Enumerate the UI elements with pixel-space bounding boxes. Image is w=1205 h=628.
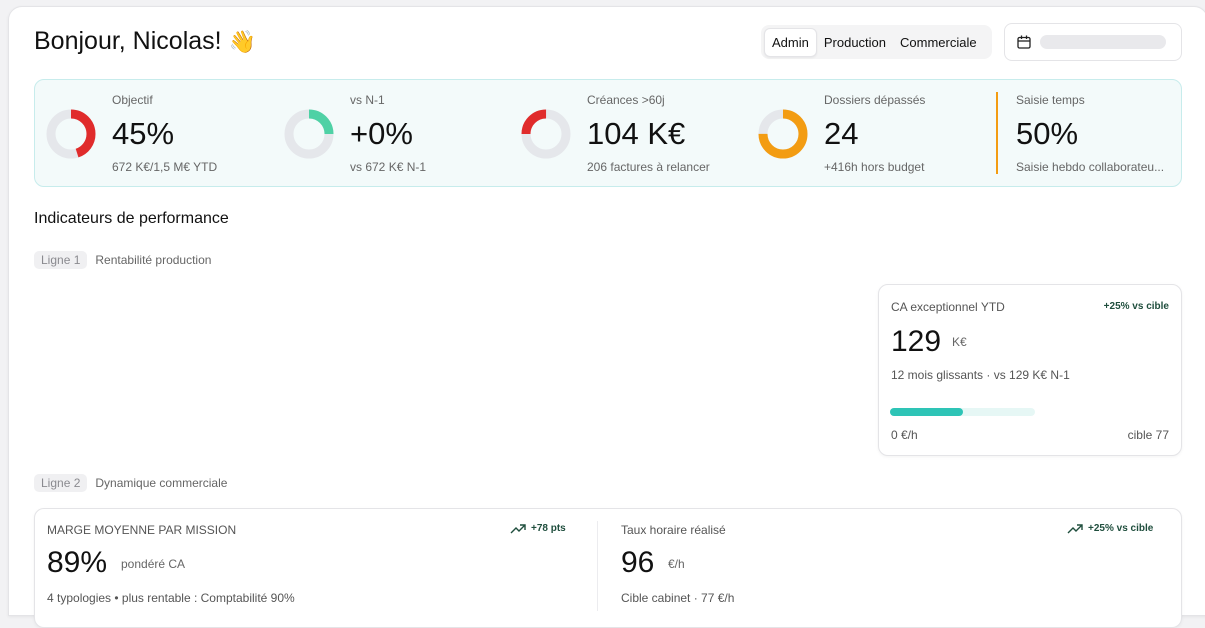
tab-commerciale[interactable]: Commerciale <box>893 29 984 56</box>
progress-fill <box>890 408 963 416</box>
card-note: 12 mois glissants · vs 129 K€ N-1 <box>891 368 1070 382</box>
line-label: Rentabilité production <box>95 253 212 267</box>
trending-up-icon <box>1067 523 1083 533</box>
kpi-value: 104 K€ <box>587 116 686 151</box>
card-note: 4 typologies • plus rentable : Comptabil… <box>47 591 295 605</box>
kpi-subtext: Saisie hebdo collaborateu... <box>1016 160 1165 174</box>
line2-header: Ligne 2 Dynamique commerciale <box>34 474 227 492</box>
kpi-label: Dossiers dépassés <box>824 93 926 107</box>
line-tag: Ligne 1 <box>34 251 88 269</box>
kpi-value: 45% <box>112 116 175 151</box>
card-value: 96 <box>621 546 655 579</box>
greeting-title: Bonjour, Nicolas! 👋 <box>34 27 256 55</box>
view-switcher: Admin Production Commerciale <box>761 25 992 59</box>
line1-header: Ligne 1 Rentabilité production <box>34 251 211 269</box>
kpi-label: vs N-1 <box>350 93 385 107</box>
kpi-value: +0% <box>350 116 413 151</box>
kpi-label: Créances >60j <box>587 93 665 107</box>
card-value: 89% <box>47 546 108 579</box>
kpi-value: 24 <box>824 116 859 151</box>
kpi-label: Objectif <box>112 93 153 107</box>
kpi-subtext: 672 K€/1,5 M€ YTD <box>112 160 218 174</box>
card-divider <box>597 521 598 611</box>
calendar-icon <box>1017 35 1031 49</box>
card-label: CA exceptionnel YTD <box>891 300 1005 314</box>
card-unit: K€ <box>952 335 967 349</box>
tab-production[interactable]: Production <box>817 29 893 56</box>
card-delta: +78 pts <box>510 523 566 534</box>
card-ca-exceptionnel[interactable]: CA exceptionnel YTD +25% vs cible 129 K€… <box>878 284 1182 456</box>
kpi-label: Saisie temps <box>1016 93 1085 107</box>
card-label: Taux horaire réalisé <box>621 523 726 537</box>
line-label: Dynamique commerciale <box>95 476 228 490</box>
card-value: 129 <box>891 325 942 358</box>
waving-hand-icon: 👋 <box>228 29 256 54</box>
kpi-subtext: vs 672 K€ N-1 <box>350 160 427 174</box>
progress-start-label: 0 €/h <box>891 428 918 442</box>
app-window: Bonjour, Nicolas! 👋 Admin Production Com… <box>8 6 1205 628</box>
progress-bar <box>890 408 1035 416</box>
card-row-commerciale: MARGE MOYENNE PAR MISSION +78 pts 89% po… <box>34 508 1182 628</box>
date-range-placeholder <box>1040 35 1166 49</box>
card-delta: +25% vs cible <box>1067 523 1153 534</box>
kpi-value: 50% <box>1016 116 1079 151</box>
section-title: Indicateurs de performance <box>34 210 229 227</box>
card-unit: €/h <box>668 557 685 571</box>
donut-dossiers <box>758 109 808 159</box>
saisie-accent-bar <box>996 92 998 174</box>
card-label: MARGE MOYENNE PAR MISSION <box>47 523 237 537</box>
date-picker[interactable] <box>1004 23 1182 61</box>
kpi-strip: Objectif 45% 672 K€/1,5 M€ YTD vs N-1 +0… <box>34 79 1182 187</box>
line-tag: Ligne 2 <box>34 474 88 492</box>
kpi-subtext: +416h hors budget <box>824 160 925 174</box>
donut-vs-n1 <box>284 109 334 159</box>
kpi-subtext: 206 factures à relancer <box>587 160 710 174</box>
donut-creances <box>521 109 571 159</box>
trending-up-icon <box>510 523 526 533</box>
donut-objectif <box>46 109 96 159</box>
card-note: Cible cabinet · 77 €/h <box>621 591 735 605</box>
tab-admin[interactable]: Admin <box>764 27 817 57</box>
card-unit: pondéré CA <box>121 557 186 571</box>
card-delta: +25% vs cible <box>1103 301 1169 312</box>
progress-target-label: cible 77 <box>1127 428 1169 442</box>
